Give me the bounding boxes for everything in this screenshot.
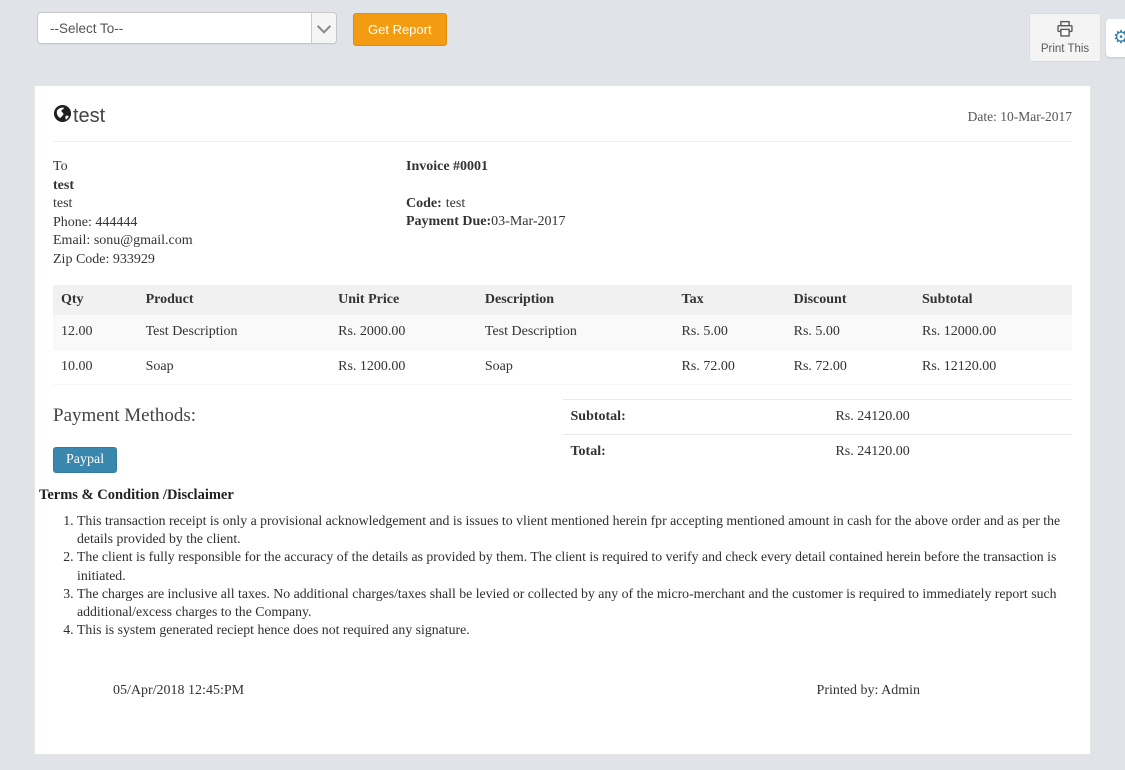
- payment-methods-heading: Payment Methods:: [53, 405, 197, 426]
- cell-product: Test Description: [137, 315, 331, 350]
- line-items-table: Qty Product Unit Price Description Tax D…: [53, 285, 1072, 385]
- gear-icon: ⚙: [1113, 27, 1125, 48]
- col-product: Product: [137, 285, 331, 315]
- invoice-footer: 05/Apr/2018 12:45:PM Printed by: Admin: [53, 683, 1072, 699]
- to-label: To: [53, 159, 68, 174]
- cell-description: Soap: [476, 349, 674, 385]
- invoice-title: test: [53, 104, 105, 129]
- settings-panel-toggle[interactable]: ⚙: [1106, 19, 1125, 57]
- list-item: The charges are inclusive all taxes. No …: [77, 585, 1072, 621]
- invoice-panel: test Date: 10-Mar-2017 To test test Phon…: [34, 85, 1091, 755]
- print-this-button[interactable]: Print This: [1029, 13, 1101, 62]
- to-name: test: [53, 177, 74, 193]
- select-arrow[interactable]: [311, 13, 336, 43]
- cell-qty: 10.00: [53, 349, 138, 385]
- cell-discount: Rs. 72.00: [785, 349, 914, 385]
- printer-icon: [1055, 20, 1075, 41]
- cell-product: Soap: [137, 349, 331, 385]
- invoice-header: test Date: 10-Mar-2017: [53, 104, 1072, 142]
- invoice-details-block: Invoice #0001 Code: test Payment Due:03-M…: [406, 158, 1072, 269]
- cell-qty: 12.00: [53, 315, 138, 350]
- table-row: 12.00 Test Description Rs. 2000.00 Test …: [53, 315, 1072, 350]
- globe-icon: [53, 104, 72, 129]
- subtotal-label: Subtotal:: [562, 399, 828, 435]
- list-item: This transaction receipt is only a provi…: [77, 512, 1072, 548]
- chevron-down-icon: [316, 19, 332, 34]
- footer-datetime: 05/Apr/2018 12:45:PM: [113, 683, 245, 699]
- code-label: Code:: [406, 195, 442, 211]
- subtotal-row: Subtotal: Rs. 24120.00: [562, 399, 1072, 435]
- table-row: 10.00 Soap Rs. 1200.00 Soap Rs. 72.00 Rs…: [53, 349, 1072, 385]
- col-subtotal: Subtotal: [914, 285, 1072, 315]
- paypal-button[interactable]: Paypal: [53, 447, 118, 473]
- to-email: Email: sonu@gmail.com: [53, 233, 193, 248]
- cell-description: Test Description: [476, 315, 674, 350]
- payment-due-label: Payment Due:: [406, 214, 492, 229]
- invoice-code: Code: test: [406, 195, 1072, 214]
- totals-block: Subtotal: Rs. 24120.00 Total: Rs. 24120.…: [562, 399, 1072, 473]
- invoice-info: To test test Phone: 444444 Email: sonu@g…: [53, 158, 1072, 269]
- cell-subtotal: Rs. 12120.00: [914, 349, 1072, 385]
- col-description: Description: [476, 285, 674, 315]
- cell-unit-price: Rs. 1200.00: [330, 349, 477, 385]
- invoice-number: Invoice #0001: [406, 159, 489, 174]
- terms-title: Terms & Condition /Disclaimer: [39, 487, 234, 503]
- footer-printed-by: Printed by: Admin: [816, 683, 920, 699]
- print-this-label: Print This: [1040, 43, 1090, 55]
- cell-tax: Rs. 72.00: [673, 349, 786, 385]
- total-row: Total: Rs. 24120.00: [562, 434, 1072, 469]
- col-discount: Discount: [785, 285, 914, 315]
- total-value: Rs. 24120.00: [827, 434, 1072, 469]
- cell-discount: Rs. 5.00: [785, 315, 914, 350]
- payment-due-value: 03-Mar-2017: [491, 214, 566, 229]
- col-qty: Qty: [53, 285, 138, 315]
- payment-due: Payment Due:03-Mar-2017: [406, 213, 1072, 232]
- list-item: The client is fully responsible for the …: [77, 548, 1072, 584]
- to-phone: Phone: 444444: [53, 214, 138, 230]
- col-tax: Tax: [673, 285, 786, 315]
- cell-unit-price: Rs. 2000.00: [330, 315, 477, 350]
- payment-and-totals: Payment Methods: Paypal Subtotal: Rs. 24…: [53, 399, 1072, 473]
- invoice-date: Date: 10-Mar-2017: [967, 108, 1072, 124]
- payment-methods-block: Payment Methods: Paypal: [53, 399, 563, 473]
- to-line2: test: [53, 196, 73, 211]
- cell-subtotal: Rs. 12000.00: [914, 315, 1072, 350]
- get-report-button[interactable]: Get Report: [353, 13, 447, 46]
- terms-list: This transaction receipt is only a provi…: [39, 512, 1072, 639]
- code-value: test: [445, 195, 466, 211]
- list-item: This is system generated reciept hence d…: [77, 621, 1072, 639]
- table-header-row: Qty Product Unit Price Description Tax D…: [53, 285, 1072, 315]
- invoice-title-text: test: [73, 105, 106, 127]
- report-select-value: --Select To--: [50, 20, 124, 36]
- total-label: Total:: [562, 434, 828, 469]
- bill-to-block: To test test Phone: 444444 Email: sonu@g…: [53, 158, 406, 269]
- terms-section: Terms & Condition /Disclaimer This trans…: [39, 487, 1072, 639]
- to-zip: Zip Code: 933929: [53, 251, 155, 267]
- report-select[interactable]: --Select To--: [37, 12, 337, 44]
- cell-tax: Rs. 5.00: [673, 315, 786, 350]
- subtotal-value: Rs. 24120.00: [827, 399, 1072, 435]
- col-unit-price: Unit Price: [330, 285, 477, 315]
